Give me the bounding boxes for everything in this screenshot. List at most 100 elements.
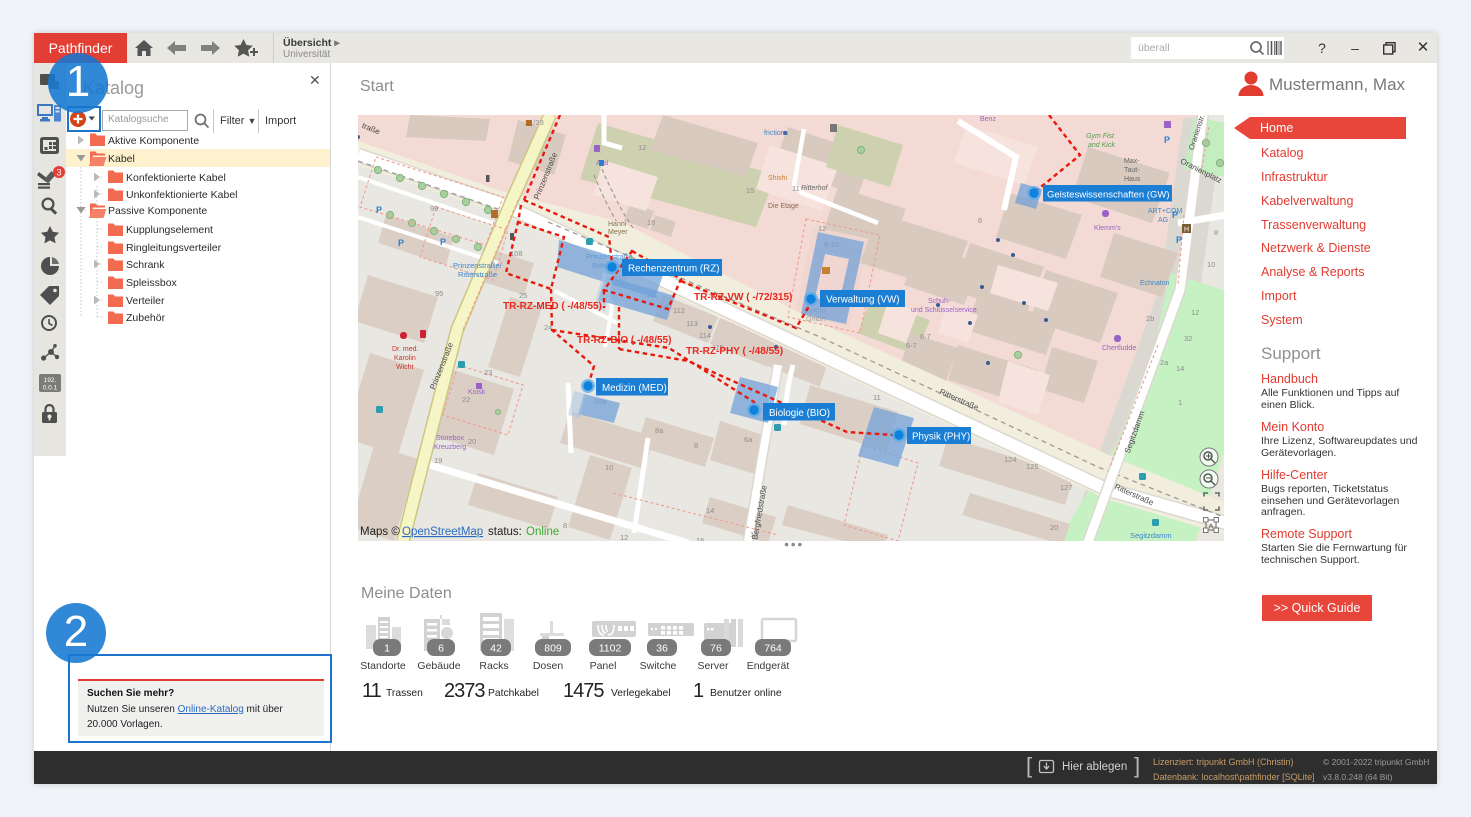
svg-text:Biologie (BIO): Biologie (BIO) bbox=[769, 408, 830, 419]
svg-text:124: 124 bbox=[1004, 455, 1017, 464]
svg-text:12: 12 bbox=[620, 533, 628, 541]
svg-text:Rechenzentrum (RZ): Rechenzentrum (RZ) bbox=[628, 264, 719, 275]
svg-text:Online: Online bbox=[526, 526, 559, 538]
svg-text:19: 19 bbox=[434, 456, 442, 465]
svg-text:32: 32 bbox=[1184, 334, 1192, 343]
svg-text:AG: AG bbox=[1158, 217, 1168, 224]
svg-text:95: 95 bbox=[435, 289, 443, 298]
svg-text:764: 764 bbox=[764, 643, 782, 655]
svg-text:6a: 6a bbox=[744, 435, 753, 444]
svg-text:8: 8 bbox=[1214, 228, 1218, 237]
svg-text:20: 20 bbox=[1050, 523, 1058, 532]
svg-text:1: 1 bbox=[384, 643, 390, 655]
svg-text:Chertludde: Chertludde bbox=[1102, 345, 1136, 352]
svg-text:P: P bbox=[1172, 210, 1178, 220]
svg-text:6: 6 bbox=[438, 643, 444, 655]
svg-text:3: 3 bbox=[56, 168, 61, 178]
svg-text:12: 12 bbox=[1191, 308, 1199, 317]
svg-text:Endgerät: Endgerät bbox=[747, 660, 790, 672]
svg-text:15: 15 bbox=[746, 186, 754, 195]
svg-text:Verwaltung (VW): Verwaltung (VW) bbox=[826, 295, 900, 306]
svg-text:TR-RZ-VW ( -/72/315): TR-RZ-VW ( -/72/315) bbox=[694, 292, 792, 303]
svg-text:6-7: 6-7 bbox=[906, 341, 917, 350]
svg-text:11: 11 bbox=[873, 393, 881, 402]
svg-text:114: 114 bbox=[699, 331, 711, 340]
svg-text:P: P bbox=[1176, 235, 1182, 245]
svg-text:14: 14 bbox=[706, 506, 714, 515]
svg-text:Panel: Panel bbox=[590, 660, 617, 672]
svg-text:Benz: Benz bbox=[980, 116, 996, 123]
svg-text:125: 125 bbox=[1026, 462, 1039, 471]
svg-text:Server: Server bbox=[698, 660, 729, 672]
svg-text:809: 809 bbox=[544, 643, 562, 655]
svg-text:Switche: Switche bbox=[640, 660, 677, 672]
svg-text:P: P bbox=[398, 238, 404, 248]
svg-text:76: 76 bbox=[710, 643, 722, 655]
svg-text:TR-RZ-MED ( -/48/55): TR-RZ-MED ( -/48/55) bbox=[503, 301, 602, 312]
svg-text:11: 11 bbox=[792, 184, 800, 193]
svg-text:6·7: 6·7 bbox=[920, 332, 931, 341]
svg-text:Haus: Haus bbox=[1124, 176, 1141, 183]
svg-text:Klemm's: Klemm's bbox=[1094, 225, 1121, 232]
svg-text:Echnaton: Echnaton bbox=[1140, 280, 1170, 287]
svg-text:1102: 1102 bbox=[599, 643, 622, 655]
svg-text:Die Etage: Die Etage bbox=[768, 203, 799, 210]
svg-text:TR-RZ-PHY ( -/48/55): TR-RZ-PHY ( -/48/55) bbox=[686, 346, 783, 357]
svg-text:6: 6 bbox=[978, 216, 982, 225]
svg-text:Geisteswissenschaften (GW): Geisteswissenschaften (GW) bbox=[1047, 190, 1169, 201]
svg-text:OpenStreetMap: OpenStreetMap bbox=[402, 526, 483, 538]
svg-text:25: 25 bbox=[519, 291, 527, 300]
svg-text:Kreuzberg: Kreuzberg bbox=[434, 444, 466, 451]
svg-text:14: 14 bbox=[1176, 364, 1184, 373]
svg-text:status:: status: bbox=[488, 526, 522, 538]
svg-text:Kiosk: Kiosk bbox=[468, 389, 486, 396]
svg-text:8: 8 bbox=[563, 521, 567, 530]
svg-text:10: 10 bbox=[605, 463, 613, 472]
svg-text:127: 127 bbox=[1060, 483, 1073, 492]
svg-text:Max-: Max- bbox=[1124, 158, 1140, 165]
svg-text:36: 36 bbox=[656, 643, 668, 655]
svg-text:10: 10 bbox=[1207, 260, 1215, 269]
svg-text:2b: 2b bbox=[1146, 314, 1154, 323]
svg-text:Dosen: Dosen bbox=[533, 660, 564, 672]
svg-text:P: P bbox=[376, 205, 382, 215]
svg-text:42: 42 bbox=[490, 643, 502, 655]
svg-text:Prinzenstraße/: Prinzenstraße/ bbox=[453, 261, 503, 270]
svg-text:Gym Fist: Gym Fist bbox=[1086, 133, 1115, 140]
svg-text:20: 20 bbox=[468, 437, 476, 446]
svg-text:Hanni: Hanni bbox=[608, 221, 627, 228]
svg-text:TR-RZ-BIO ( -/48/55): TR-RZ-BIO ( -/48/55) bbox=[577, 335, 671, 346]
svg-text:Standorte: Standorte bbox=[360, 660, 406, 672]
svg-text:A: A bbox=[1209, 522, 1214, 531]
svg-text:Dr. med.: Dr. med. bbox=[392, 346, 419, 353]
svg-text:23: 23 bbox=[484, 368, 492, 377]
svg-text:Ritterstraße: Ritterstraße bbox=[458, 270, 497, 279]
svg-text:1: 1 bbox=[1178, 398, 1182, 407]
svg-text:Gebäude: Gebäude bbox=[417, 660, 460, 672]
svg-text:113: 113 bbox=[686, 319, 698, 328]
svg-text:2a: 2a bbox=[1160, 358, 1169, 367]
svg-text:P: P bbox=[1164, 135, 1170, 145]
svg-text:Storebox: Storebox bbox=[436, 435, 465, 442]
svg-text:12: 12 bbox=[638, 143, 646, 152]
svg-text:Schuh-: Schuh- bbox=[928, 298, 951, 305]
svg-text:and Kick: and Kick bbox=[1088, 142, 1115, 149]
svg-text:Karolin: Karolin bbox=[394, 355, 416, 362]
svg-text:12: 12 bbox=[818, 224, 826, 233]
svg-text:16: 16 bbox=[647, 218, 655, 227]
svg-text:und Schlüsselservice: und Schlüsselservice bbox=[911, 307, 977, 314]
svg-text:Physik (PHY): Physik (PHY) bbox=[912, 432, 970, 443]
svg-text:Taut-: Taut- bbox=[1124, 167, 1140, 174]
svg-text:0.0.1: 0.0.1 bbox=[43, 385, 58, 392]
svg-text:8: 8 bbox=[694, 441, 698, 450]
svg-text:Racks: Racks bbox=[479, 660, 508, 672]
svg-text:Ritterhof: Ritterhof bbox=[801, 185, 829, 192]
svg-text:H: H bbox=[1184, 227, 1189, 234]
svg-text:13: 13 bbox=[750, 530, 758, 539]
svg-text:108: 108 bbox=[510, 249, 523, 258]
svg-text:112: 112 bbox=[673, 306, 685, 315]
svg-text:192.: 192. bbox=[44, 377, 57, 384]
svg-text:Maps ©: Maps © bbox=[360, 526, 400, 538]
svg-text:99: 99 bbox=[430, 204, 438, 213]
svg-text:Shishi: Shishi bbox=[768, 175, 788, 182]
